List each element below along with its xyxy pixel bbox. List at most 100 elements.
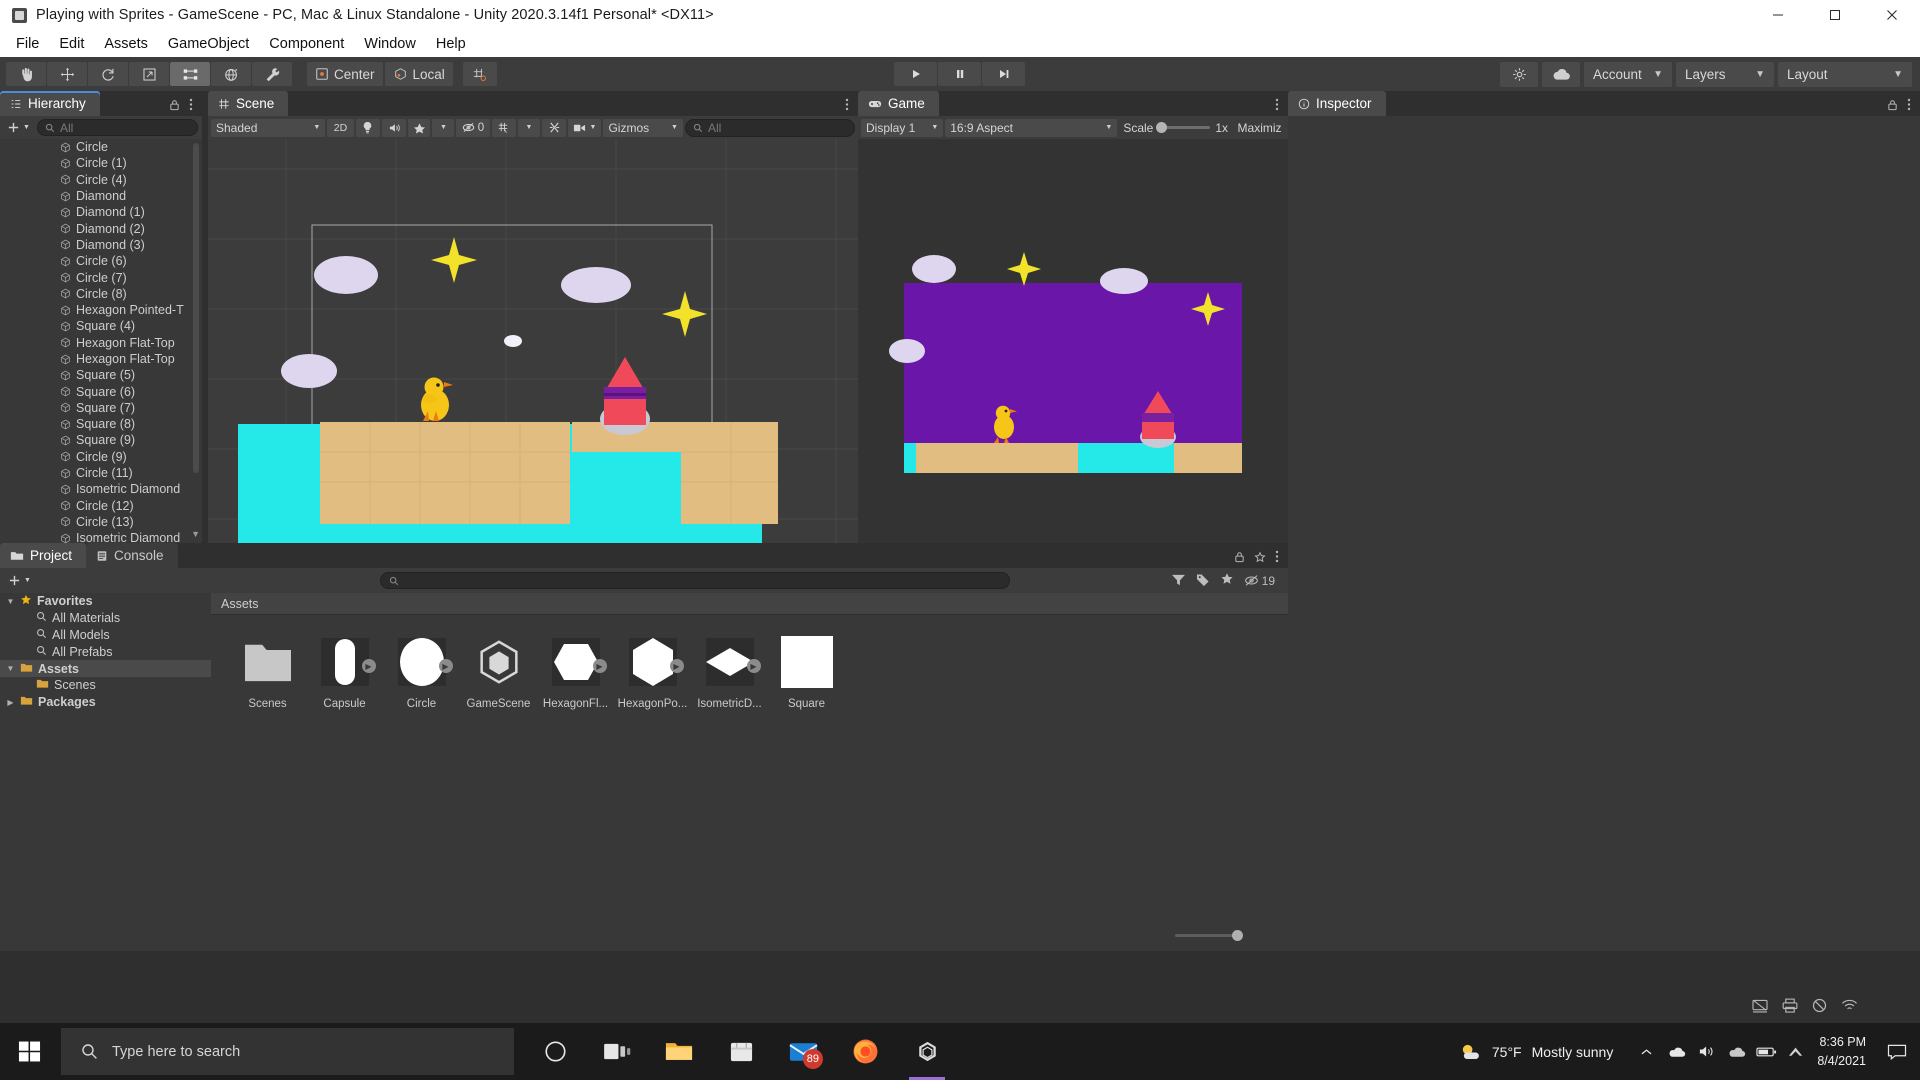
services-icon[interactable] xyxy=(1500,62,1538,87)
aspect-dropdown[interactable]: 16:9 Aspect ▼ xyxy=(945,119,1117,137)
project-tree[interactable]: ▼FavoritesAll MaterialsAll ModelsAll Pre… xyxy=(0,593,211,951)
hierarchy-list[interactable]: CircleCircle (1)Circle (4)DiamondDiamond… xyxy=(0,139,202,543)
minimize-button[interactable] xyxy=(1749,0,1806,30)
scale-tool-button[interactable] xyxy=(129,62,169,86)
hierarchy-item[interactable]: Circle (11) xyxy=(0,465,202,481)
hierarchy-item[interactable]: Square (8) xyxy=(0,416,202,432)
hidden-objects-toggle[interactable]: 0 xyxy=(456,119,489,137)
mail-icon[interactable]: 89 xyxy=(772,1023,834,1080)
battery-icon[interactable] xyxy=(1751,1023,1781,1080)
hierarchy-item[interactable]: Circle (6) xyxy=(0,253,202,269)
play-button[interactable] xyxy=(894,62,937,86)
hierarchy-item[interactable]: Circle (9) xyxy=(0,449,202,465)
filter-label-icon[interactable] xyxy=(1196,573,1210,589)
tab-project[interactable]: Project xyxy=(0,543,86,568)
menu-component[interactable]: Component xyxy=(259,33,354,55)
project-tree-item[interactable]: ▼Assets xyxy=(0,660,211,677)
asset-zoom-knob[interactable] xyxy=(1232,930,1243,941)
camera-icon[interactable]: ▼ xyxy=(568,119,601,137)
hierarchy-item[interactable]: Hexagon Flat-Top xyxy=(0,351,202,367)
start-button[interactable] xyxy=(0,1023,59,1080)
firefox-icon[interactable] xyxy=(834,1023,896,1080)
grid-icon[interactable] xyxy=(492,119,516,137)
hierarchy-item[interactable]: Square (5) xyxy=(0,367,202,383)
weather-widget[interactable]: 75°F Mostly sunny xyxy=(1459,1041,1613,1063)
taskbar-search-input[interactable]: Type here to search xyxy=(61,1028,514,1075)
filter-favorite-icon[interactable] xyxy=(1220,572,1234,589)
tab-game[interactable]: Game xyxy=(858,91,939,116)
effects-icon[interactable] xyxy=(408,119,430,137)
tab-inspector[interactable]: Inspector xyxy=(1288,91,1386,116)
asset-item[interactable]: ▶Circle xyxy=(383,633,460,710)
asset-expand-arrow[interactable]: ▶ xyxy=(747,659,761,673)
layout-dropdown[interactable]: Layout ▼ xyxy=(1778,62,1912,87)
tree-expand-arrow[interactable]: ▼ xyxy=(6,597,15,606)
asset-expand-arrow[interactable]: ▶ xyxy=(593,659,607,673)
hierarchy-item[interactable]: Circle (1) xyxy=(0,155,202,171)
hierarchy-item[interactable]: Circle (7) xyxy=(0,269,202,285)
scene-search-input[interactable]: All xyxy=(685,119,855,137)
effects-dropdown[interactable]: ▼ xyxy=(432,119,454,137)
project-menu-icon[interactable] xyxy=(1275,550,1279,568)
hierarchy-menu-icon[interactable] xyxy=(189,98,193,116)
inspector-menu-icon[interactable] xyxy=(1907,98,1911,116)
hierarchy-item[interactable]: Circle (13) xyxy=(0,514,202,530)
project-tree-item[interactable]: All Models xyxy=(0,627,211,644)
lock-icon[interactable] xyxy=(169,98,180,116)
game-viewport[interactable] xyxy=(858,139,1288,543)
hierarchy-item[interactable]: Square (6) xyxy=(0,383,202,399)
hierarchy-scroll-down-icon[interactable]: ▼ xyxy=(191,529,200,539)
onedrive-icon[interactable] xyxy=(1661,1023,1691,1080)
shading-mode-dropdown[interactable]: Shaded ▼ xyxy=(211,119,325,137)
project-tree-item[interactable]: Scenes xyxy=(0,677,211,694)
tab-scene[interactable]: Scene xyxy=(208,91,288,116)
project-tree-item[interactable]: All Materials xyxy=(0,610,211,627)
lock-icon[interactable] xyxy=(1887,98,1898,116)
step-button[interactable] xyxy=(982,62,1025,86)
cloud-icon[interactable] xyxy=(1721,1023,1751,1080)
asset-item[interactable]: ▶HexagonFl... xyxy=(537,633,614,710)
hierarchy-item[interactable]: Square (9) xyxy=(0,432,202,448)
tree-expand-arrow[interactable]: ▶ xyxy=(6,698,15,707)
gizmos-dropdown[interactable]: Gizmos ▼ xyxy=(603,119,683,137)
block-icon[interactable] xyxy=(1812,998,1827,1018)
hierarchy-search-input[interactable]: All xyxy=(37,119,198,136)
asset-item[interactable]: ▶Capsule xyxy=(306,633,383,710)
hierarchy-scrollbar[interactable] xyxy=(193,143,199,473)
asset-item[interactable]: ▶HexagonPo... xyxy=(614,633,691,710)
scale-slider-knob[interactable] xyxy=(1156,122,1167,133)
favorite-icon[interactable] xyxy=(1254,550,1266,568)
menu-file[interactable]: File xyxy=(6,33,49,55)
asset-item[interactable]: ▶IsometricD... xyxy=(691,633,768,710)
scale-slider[interactable] xyxy=(1158,126,1210,129)
tab-console[interactable]: Console xyxy=(86,543,178,568)
scene-viewport[interactable] xyxy=(208,139,858,543)
tree-expand-arrow[interactable]: ▼ xyxy=(6,664,15,673)
menu-edit[interactable]: Edit xyxy=(49,33,94,55)
scene-menu-icon[interactable] xyxy=(845,98,849,116)
lighting-icon[interactable] xyxy=(356,119,380,137)
asset-item[interactable]: Scenes xyxy=(229,633,306,710)
close-button[interactable] xyxy=(1863,0,1920,30)
tab-hierarchy[interactable]: Hierarchy xyxy=(0,91,100,116)
clock[interactable]: 8:36 PM 8/4/2021 xyxy=(1817,1033,1866,1069)
scale-slider-group[interactable]: Scale 1x xyxy=(1119,121,1232,135)
hand-tool-button[interactable] xyxy=(6,62,46,86)
hierarchy-item[interactable]: Diamond xyxy=(0,188,202,204)
hierarchy-item[interactable]: Square (7) xyxy=(0,400,202,416)
microsoft-store-icon[interactable] xyxy=(710,1023,772,1080)
hierarchy-add-button[interactable]: ▼ xyxy=(4,121,33,134)
hierarchy-item[interactable]: Diamond (2) xyxy=(0,220,202,236)
project-tree-item[interactable]: ▶Packages xyxy=(0,694,211,711)
network-icon[interactable] xyxy=(1781,1023,1811,1080)
printer-icon[interactable] xyxy=(1782,998,1798,1018)
asset-zoom-slider[interactable] xyxy=(1175,934,1240,937)
asset-grid[interactable]: Scenes▶Capsule▶CircleGameScene▶HexagonFl… xyxy=(211,615,1288,710)
cloud-icon[interactable] xyxy=(1542,62,1580,87)
display-dropdown[interactable]: Display 1 ▼ xyxy=(861,119,943,137)
asset-expand-arrow[interactable]: ▶ xyxy=(670,659,684,673)
grid-dropdown[interactable]: ▼ xyxy=(518,119,540,137)
account-dropdown[interactable]: Account ▼ xyxy=(1584,62,1672,87)
hierarchy-item[interactable]: Circle (8) xyxy=(0,286,202,302)
wifi-icon[interactable] xyxy=(1841,999,1858,1017)
